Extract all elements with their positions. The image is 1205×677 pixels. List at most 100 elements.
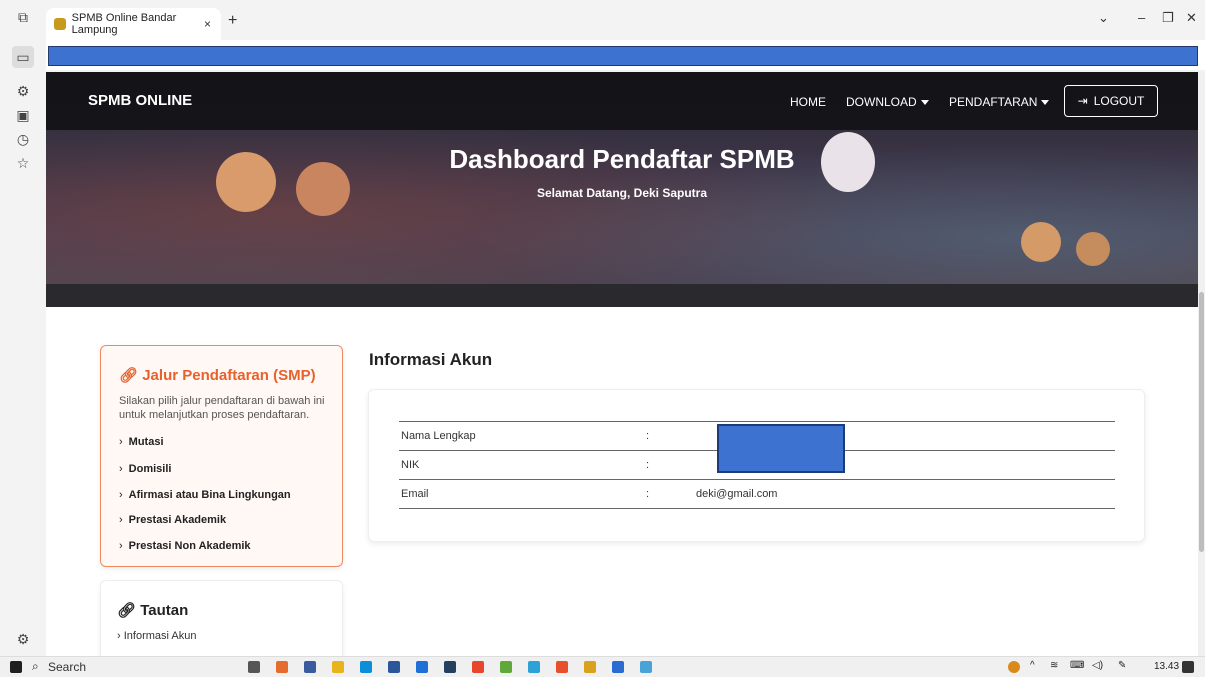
hero-floor xyxy=(46,284,1198,307)
app-icon[interactable] xyxy=(276,661,288,673)
link-icon: 🔗︎ xyxy=(117,602,137,619)
scrollbar-thumb[interactable] xyxy=(1199,292,1204,552)
search-icon: ⌕ xyxy=(32,659,39,673)
extensions-icon[interactable]: ⚙ xyxy=(12,80,34,102)
row-label: Nama Lengkap xyxy=(399,421,644,451)
taskbar-search[interactable]: Search xyxy=(48,660,86,674)
browser-tab[interactable]: SPMB Online Bandar Lampung × xyxy=(46,8,221,40)
new-tab-button[interactable]: + xyxy=(228,12,237,30)
jalur-item-label: Prestasi Non Akademik xyxy=(128,540,251,552)
tautan-item-label: Informasi Akun xyxy=(123,630,197,642)
favorites-icon[interactable]: ☆ xyxy=(12,152,34,174)
volume-icon[interactable]: ◁) xyxy=(1092,660,1103,671)
row-label: Email xyxy=(399,479,644,509)
jalur-card-description: Silakan pilih jalur pendaftaran di bawah… xyxy=(119,395,325,421)
chevron-right-icon: › xyxy=(119,514,123,526)
app-icon[interactable] xyxy=(416,661,428,673)
app-icon[interactable] xyxy=(640,661,652,673)
jalur-item-afirmasi[interactable]: › Afirmasi atau Bina Lingkungan xyxy=(119,489,291,501)
close-window-icon[interactable]: ✕ xyxy=(1186,10,1197,26)
notification-icon[interactable] xyxy=(1182,661,1194,673)
row-separator: : xyxy=(644,421,694,451)
illustration-kid-face xyxy=(1021,222,1061,262)
jalur-item-label: Prestasi Akademik xyxy=(128,514,227,526)
restore-icon[interactable]: ❐ xyxy=(1162,10,1174,26)
app-icon[interactable] xyxy=(584,661,596,673)
row-value: deki@gmail.com xyxy=(694,479,1115,509)
jalur-item-prestasi-non-akademik[interactable]: › Prestasi Non Akademik xyxy=(119,540,251,552)
row-label: NIK xyxy=(399,450,644,480)
page-scrollbar[interactable] xyxy=(1198,72,1205,656)
tab-title: SPMB Online Bandar Lampung xyxy=(71,12,177,36)
file-explorer-icon[interactable] xyxy=(332,661,344,673)
nav-pendaftaran[interactable]: PENDAFTARAN xyxy=(949,95,1050,109)
jalur-card-title-text: Jalur Pendaftaran (SMP) xyxy=(142,367,316,384)
section-title: Informasi Akun xyxy=(369,350,493,369)
browser-tab-bar: SPMB Online Bandar Lampung × + ⌄ – ❐ ✕ xyxy=(0,0,1205,40)
page-viewport: SPMB ONLINE HOME DOWNLOAD PENDAFTARAN ⇥ … xyxy=(46,72,1198,656)
app-icon[interactable] xyxy=(556,661,568,673)
word-icon[interactable] xyxy=(612,661,624,673)
logout-button[interactable]: ⇥ LOGOUT xyxy=(1064,85,1158,117)
minimize-icon[interactable]: – xyxy=(1138,10,1145,25)
account-info-card: Nama Lengkap : NIK : Email : deki@gmail.… xyxy=(368,389,1145,542)
weather-icon[interactable] xyxy=(1008,661,1020,673)
chevron-right-icon: › xyxy=(119,540,123,552)
app-icon[interactable] xyxy=(444,661,456,673)
tautan-item-informasi-akun[interactable]: › Informasi Akun xyxy=(117,630,197,642)
tray-chevron-icon[interactable]: ^ xyxy=(1030,660,1035,671)
browser-sidebar: ⧉ ▭ ⚙ ▣ ◷ ☆ ⚙ xyxy=(0,9,46,656)
jalur-pendaftaran-card: 🔗︎ Jalur Pendaftaran (SMP) Silakan pilih… xyxy=(100,345,343,567)
settings-icon[interactable]: ⚙ xyxy=(12,628,34,650)
tautan-card: 🔗︎ Tautan › Informasi Akun xyxy=(100,580,343,656)
caret-down-icon xyxy=(1041,100,1050,106)
address-bar[interactable] xyxy=(48,46,1198,66)
tab-close-icon[interactable]: × xyxy=(204,17,211,31)
row-separator: : xyxy=(644,450,694,480)
keyboard-icon[interactable]: ⌨ xyxy=(1070,660,1084,671)
vertical-tabs-icon[interactable]: ▭ xyxy=(12,46,34,68)
nav-pendaftaran-label: PENDAFTARAN xyxy=(949,95,1038,109)
edge-icon[interactable] xyxy=(360,661,372,673)
app-icon[interactable] xyxy=(472,661,484,673)
jalur-item-label: Mutasi xyxy=(128,436,164,448)
jalur-item-mutasi[interactable]: › Mutasi xyxy=(119,436,164,448)
table-row: Email : deki@gmail.com xyxy=(399,479,1115,509)
windows-start-icon[interactable] xyxy=(10,661,22,673)
os-taskbar: ⌕ Search ^ ≋ ⌨ ◁) ✎ 13.43 xyxy=(0,656,1205,677)
nav-download-label: DOWNLOAD xyxy=(846,95,917,109)
logout-label: LOGOUT xyxy=(1093,94,1145,108)
taskbar-clock[interactable]: 13.43 xyxy=(1154,661,1179,672)
hero-banner: SPMB ONLINE HOME DOWNLOAD PENDAFTARAN ⇥ … xyxy=(46,72,1198,307)
app-icon[interactable] xyxy=(500,661,512,673)
site-brand[interactable]: SPMB ONLINE xyxy=(88,92,192,109)
jalur-item-label: Afirmasi atau Bina Lingkungan xyxy=(128,489,291,501)
tautan-card-title: 🔗︎ Tautan xyxy=(117,601,188,619)
jalur-card-title: 🔗︎ Jalur Pendaftaran (SMP) xyxy=(119,366,316,384)
page-title: Dashboard Pendaftar SPMB xyxy=(449,144,795,174)
jalur-item-prestasi-akademik[interactable]: › Prestasi Akademik xyxy=(119,514,226,526)
chrome-icon[interactable] xyxy=(528,661,540,673)
chevron-right-icon: › xyxy=(119,436,123,448)
illustration-kid-face xyxy=(1076,232,1110,266)
jalur-item-domisili[interactable]: › Domisili xyxy=(119,463,171,475)
history-icon[interactable]: ◷ xyxy=(12,128,34,150)
tab-actions-icon[interactable]: ⧉ xyxy=(12,6,34,28)
logout-icon: ⇥ xyxy=(1077,94,1088,108)
app-icon[interactable] xyxy=(304,661,316,673)
tab-list-icon[interactable]: ⌄ xyxy=(1098,10,1109,26)
chevron-right-icon: › xyxy=(119,489,123,501)
pen-icon[interactable]: ✎ xyxy=(1118,660,1126,671)
site-navbar: SPMB ONLINE HOME DOWNLOAD PENDAFTARAN ⇥ … xyxy=(46,72,1198,130)
link-icon: 🔗︎ xyxy=(119,367,139,384)
app-icon[interactable] xyxy=(388,661,400,673)
nav-home[interactable]: HOME xyxy=(790,95,826,109)
collections-icon[interactable]: ▣ xyxy=(12,104,34,126)
redaction-box xyxy=(717,424,845,473)
wifi-icon[interactable]: ≋ xyxy=(1050,660,1058,671)
caret-down-icon xyxy=(920,100,929,106)
jalur-item-label: Domisili xyxy=(128,463,172,475)
row-separator: : xyxy=(644,479,694,509)
task-view-icon[interactable] xyxy=(248,661,260,673)
nav-download[interactable]: DOWNLOAD xyxy=(846,95,929,109)
